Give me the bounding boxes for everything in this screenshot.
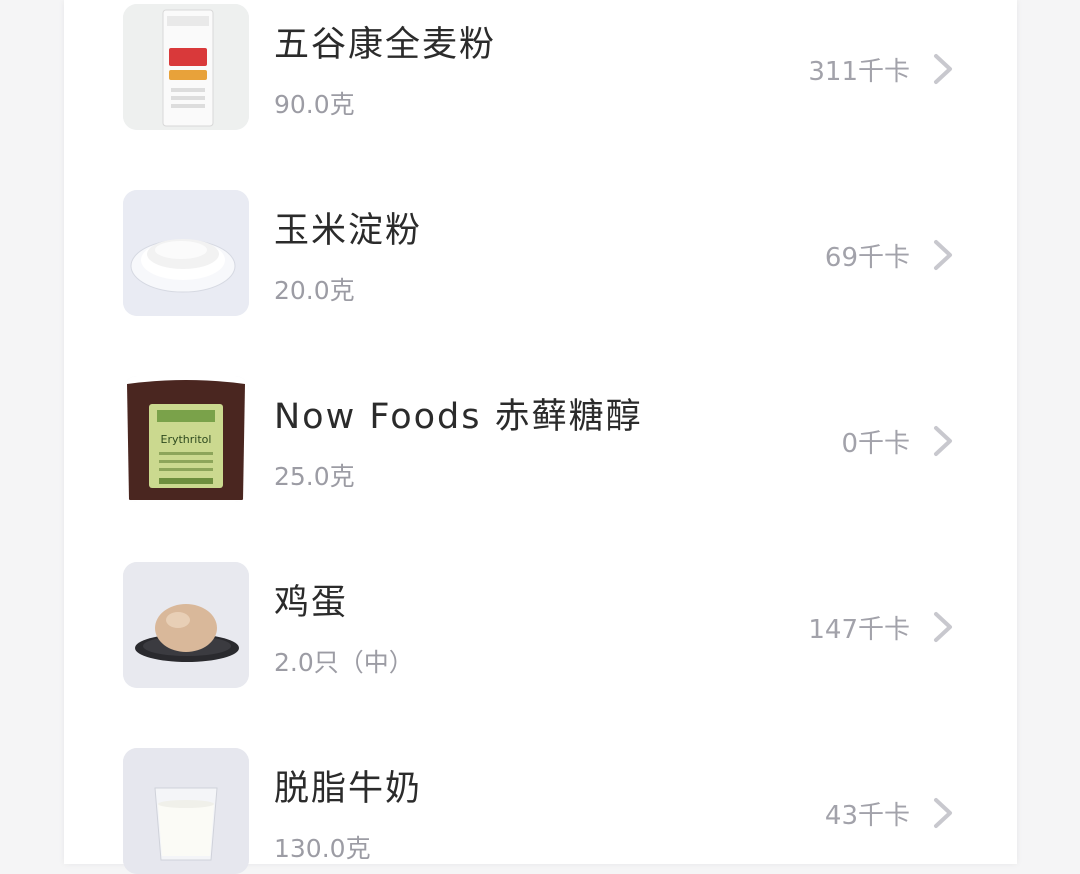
food-list: 五谷康全麦粉 90.0克 311千卡 玉米淀粉 20.0克 69千卡 Eryth… <box>64 0 1017 874</box>
food-thumbnail <box>123 748 249 874</box>
food-item[interactable]: 五谷康全麦粉 90.0克 311千卡 <box>64 0 1017 130</box>
food-name: 脱脂牛奶 <box>274 769 423 809</box>
food-item[interactable]: Erythritol Now Foods 赤藓糖醇 25.0克 0千卡 <box>64 246 1017 502</box>
food-calories: 43千卡 <box>824 801 910 831</box>
milk-glass-icon <box>123 748 249 874</box>
food-item[interactable]: 鸡蛋 2.0只（中） 147千卡 <box>64 432 1017 688</box>
food-list-card: 五谷康全麦粉 90.0克 311千卡 玉米淀粉 20.0克 69千卡 Eryth… <box>64 0 1017 874</box>
chevron-right-icon <box>931 797 955 829</box>
food-item[interactable]: 脱脂牛奶 130.0克 43千卡 <box>64 618 1017 874</box>
food-amount: 130.0克 <box>274 834 371 863</box>
food-item[interactable]: 玉米淀粉 20.0克 69千卡 <box>64 60 1017 316</box>
